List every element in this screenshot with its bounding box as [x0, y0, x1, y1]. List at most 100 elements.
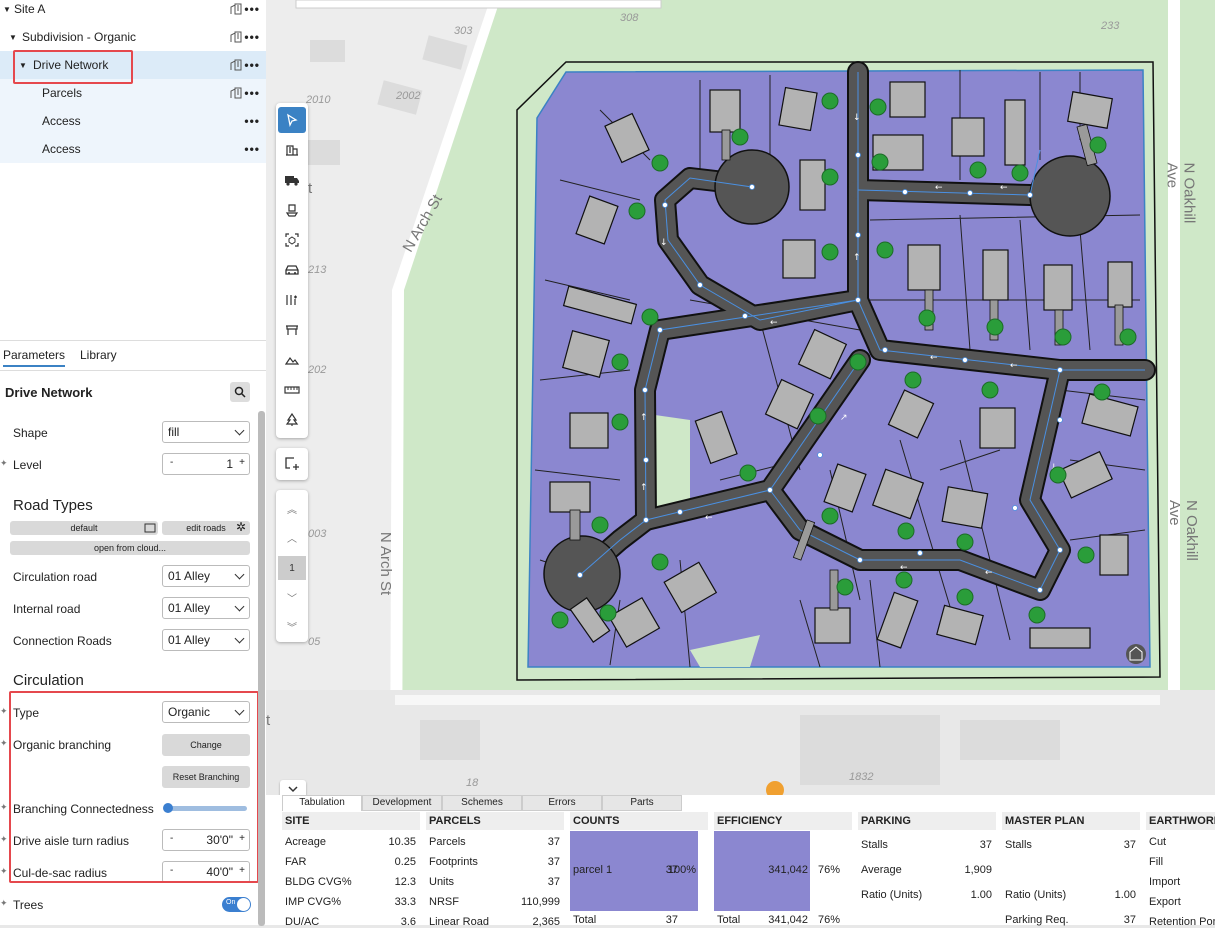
- efficiency-pct: 76%: [817, 864, 840, 876]
- house-number: 05: [308, 636, 321, 648]
- level-label: Level: [13, 458, 42, 472]
- tab-library[interactable]: Library: [80, 348, 117, 362]
- clipped-label: t: [266, 712, 271, 729]
- slider-handle[interactable]: [163, 803, 173, 813]
- tab-errors[interactable]: Errors: [522, 795, 602, 811]
- caret-down-icon[interactable]: ▼: [3, 5, 11, 14]
- current-level[interactable]: 1: [278, 556, 306, 580]
- open-from-cloud-button[interactable]: open from cloud...: [10, 541, 250, 555]
- caret-down-icon[interactable]: ▼: [19, 61, 27, 70]
- metric-label: IMP CVG%: [285, 896, 342, 908]
- efficiency-value: 341,042: [768, 864, 808, 876]
- decrement[interactable]: -: [170, 457, 173, 468]
- svg-text:←: ←: [770, 318, 778, 328]
- card-title: COUNTS: [570, 812, 708, 830]
- metric-label: Average: [861, 864, 902, 876]
- svg-text:←: ←: [930, 353, 938, 363]
- total-label: Total: [573, 914, 597, 926]
- tab-development[interactable]: Development: [362, 795, 442, 811]
- measure-tool[interactable]: [278, 377, 306, 403]
- culdesac-stepper[interactable]: - 40'0" +: [162, 861, 250, 883]
- type-select[interactable]: Organic: [162, 701, 250, 723]
- street-label: N Arch St: [377, 531, 395, 596]
- svg-text:←: ←: [705, 513, 713, 523]
- terrain-tool[interactable]: [278, 347, 306, 373]
- clipped-label: t: [308, 180, 313, 197]
- parcels-card: PARCELS Parcels 37 Footprints 37 Units 37 N…: [426, 812, 564, 928]
- search-button[interactable]: [230, 382, 250, 402]
- select-tool[interactable]: [278, 107, 306, 133]
- metric-label: Parcels: [429, 836, 466, 848]
- branching-connectedness-slider[interactable]: [163, 803, 247, 813]
- total-value: 341,042: [768, 914, 808, 926]
- card-title: EARTHWORK: [1146, 812, 1215, 830]
- sparkle-icon: ✦: [0, 738, 8, 748]
- tree-item-subdivision[interactable]: ▼ Subdivision - Organic •••: [0, 23, 266, 51]
- extrude-tool[interactable]: [278, 197, 306, 223]
- connection-roads-select[interactable]: 01 Alley: [162, 629, 250, 651]
- circulation-road-select[interactable]: 01 Alley: [162, 565, 250, 587]
- tab-parameters[interactable]: Parameters: [3, 348, 66, 367]
- tab-schemes[interactable]: Schemes: [442, 795, 522, 811]
- trees-toggle[interactable]: On: [222, 897, 251, 912]
- canopy-icon: [286, 325, 298, 335]
- branching-connectedness-label: Branching Connectedness: [13, 802, 154, 816]
- tree-item-drive-network[interactable]: ▼ Drive Network •••: [0, 51, 266, 79]
- chevron-down-icon[interactable]: ﹀: [278, 585, 306, 609]
- tab-parts[interactable]: Parts: [602, 795, 682, 811]
- metric-label: Import: [1149, 876, 1181, 888]
- double-chevron-up-icon[interactable]: ︽: [278, 496, 306, 520]
- more-icon[interactable]: •••: [244, 143, 260, 155]
- earthwork-card: EARTHWORK Cut Fill Import Export Retenti…: [1146, 812, 1215, 927]
- more-icon[interactable]: •••: [244, 115, 260, 127]
- caret-down-icon[interactable]: ▼: [9, 33, 17, 42]
- increment[interactable]: +: [239, 833, 245, 844]
- stepper-value: 40'0": [206, 865, 233, 879]
- chevron-up-icon[interactable]: ︿: [278, 525, 306, 549]
- terrain-icon: [285, 356, 299, 365]
- increment[interactable]: +: [239, 865, 245, 876]
- double-chevron-down-icon[interactable]: ︾: [278, 614, 306, 638]
- folder-icon[interactable]: [144, 522, 156, 534]
- parking-tool[interactable]: [278, 287, 306, 313]
- drive-aisle-stepper[interactable]: - 30'0" +: [162, 829, 250, 851]
- building-tool[interactable]: [278, 137, 306, 163]
- truck-tool[interactable]: [278, 167, 306, 193]
- sparkle-icon: ✦: [0, 802, 8, 812]
- road-types-heading: Road Types: [13, 497, 93, 514]
- decrement[interactable]: -: [170, 833, 173, 844]
- level-stepper[interactable]: - 1 +: [162, 453, 250, 475]
- add-frame-tool[interactable]: [276, 448, 308, 480]
- default-button[interactable]: default: [10, 521, 158, 535]
- change-button[interactable]: Change: [162, 734, 250, 756]
- house-number: 18: [466, 777, 479, 789]
- ruler-icon: [284, 386, 300, 394]
- shape-label: Shape: [13, 426, 48, 440]
- more-icon[interactable]: •••: [244, 59, 260, 71]
- metric-value: 3.6: [400, 916, 416, 928]
- scan-tool[interactable]: [278, 227, 306, 253]
- tab-tabulation[interactable]: Tabulation: [282, 795, 362, 811]
- tree-item-site-a[interactable]: ▼ Site A •••: [0, 0, 266, 23]
- house-number: 1832: [849, 771, 874, 783]
- decrement[interactable]: -: [170, 865, 173, 876]
- reset-branching-button[interactable]: Reset Branching: [162, 766, 250, 788]
- tree-item-access[interactable]: Access •••: [0, 135, 266, 163]
- select-value: Organic: [168, 705, 211, 719]
- tree-item-access[interactable]: Access •••: [0, 107, 266, 135]
- trees-tool[interactable]: [278, 407, 306, 433]
- car-tool[interactable]: [278, 257, 306, 283]
- svg-text:↑: ↑: [853, 253, 861, 263]
- more-icon[interactable]: •••: [244, 3, 260, 15]
- gear-icon[interactable]: ✲: [236, 520, 246, 534]
- canopy-tool[interactable]: [278, 317, 306, 343]
- internal-road-select[interactable]: 01 Alley: [162, 597, 250, 619]
- metric-label: Stalls: [861, 839, 888, 851]
- more-icon[interactable]: •••: [244, 31, 260, 43]
- shape-select[interactable]: fill: [162, 421, 250, 443]
- increment[interactable]: +: [239, 457, 245, 468]
- scrollbar[interactable]: [258, 411, 265, 926]
- tree-item-parcels[interactable]: Parcels •••: [0, 79, 266, 107]
- map-canvas[interactable]: ↓↑← ←←← ←↓↑ ↑←← ←↓↗: [266, 0, 1215, 795]
- more-icon[interactable]: •••: [244, 87, 260, 99]
